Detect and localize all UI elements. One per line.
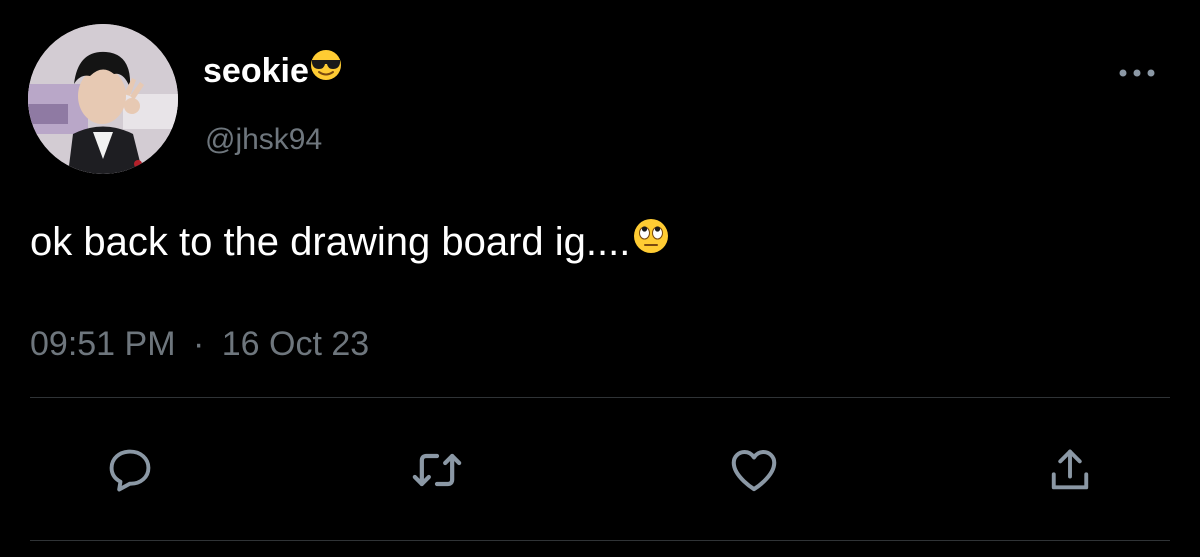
divider bbox=[30, 540, 1170, 541]
reply-button[interactable] bbox=[100, 440, 160, 500]
tweet-time: 09:51 PM bbox=[30, 325, 176, 363]
retweet-icon bbox=[412, 453, 462, 487]
divider bbox=[30, 397, 1170, 398]
display-name-text: seokie bbox=[203, 51, 309, 90]
more-options-button[interactable] bbox=[1112, 60, 1162, 86]
more-options-icon bbox=[1119, 69, 1155, 77]
face-with-rolling-eyes-emoji bbox=[632, 217, 670, 267]
share-icon bbox=[1051, 449, 1089, 490]
like-icon bbox=[731, 449, 777, 492]
reply-icon bbox=[109, 449, 151, 492]
avatar[interactable] bbox=[28, 24, 178, 174]
tweet-date: 16 Oct 23 bbox=[221, 325, 370, 363]
tweet-timestamp[interactable]: 09:51 PM · 16 Oct 23 bbox=[30, 322, 369, 366]
like-button[interactable] bbox=[724, 440, 784, 500]
tweet-text-content: ok back to the drawing board ig.... bbox=[30, 220, 631, 264]
smiling-face-with-sunglasses-emoji bbox=[309, 48, 343, 93]
profile-photo bbox=[28, 24, 178, 174]
share-button[interactable] bbox=[1040, 440, 1100, 500]
user-handle[interactable]: @jhsk94 bbox=[205, 120, 322, 160]
timestamp-separator: · bbox=[192, 325, 205, 363]
retweet-button[interactable] bbox=[407, 440, 467, 500]
tweet-text: ok back to the drawing board ig.... bbox=[30, 217, 670, 267]
display-name[interactable]: seokie bbox=[203, 48, 343, 93]
